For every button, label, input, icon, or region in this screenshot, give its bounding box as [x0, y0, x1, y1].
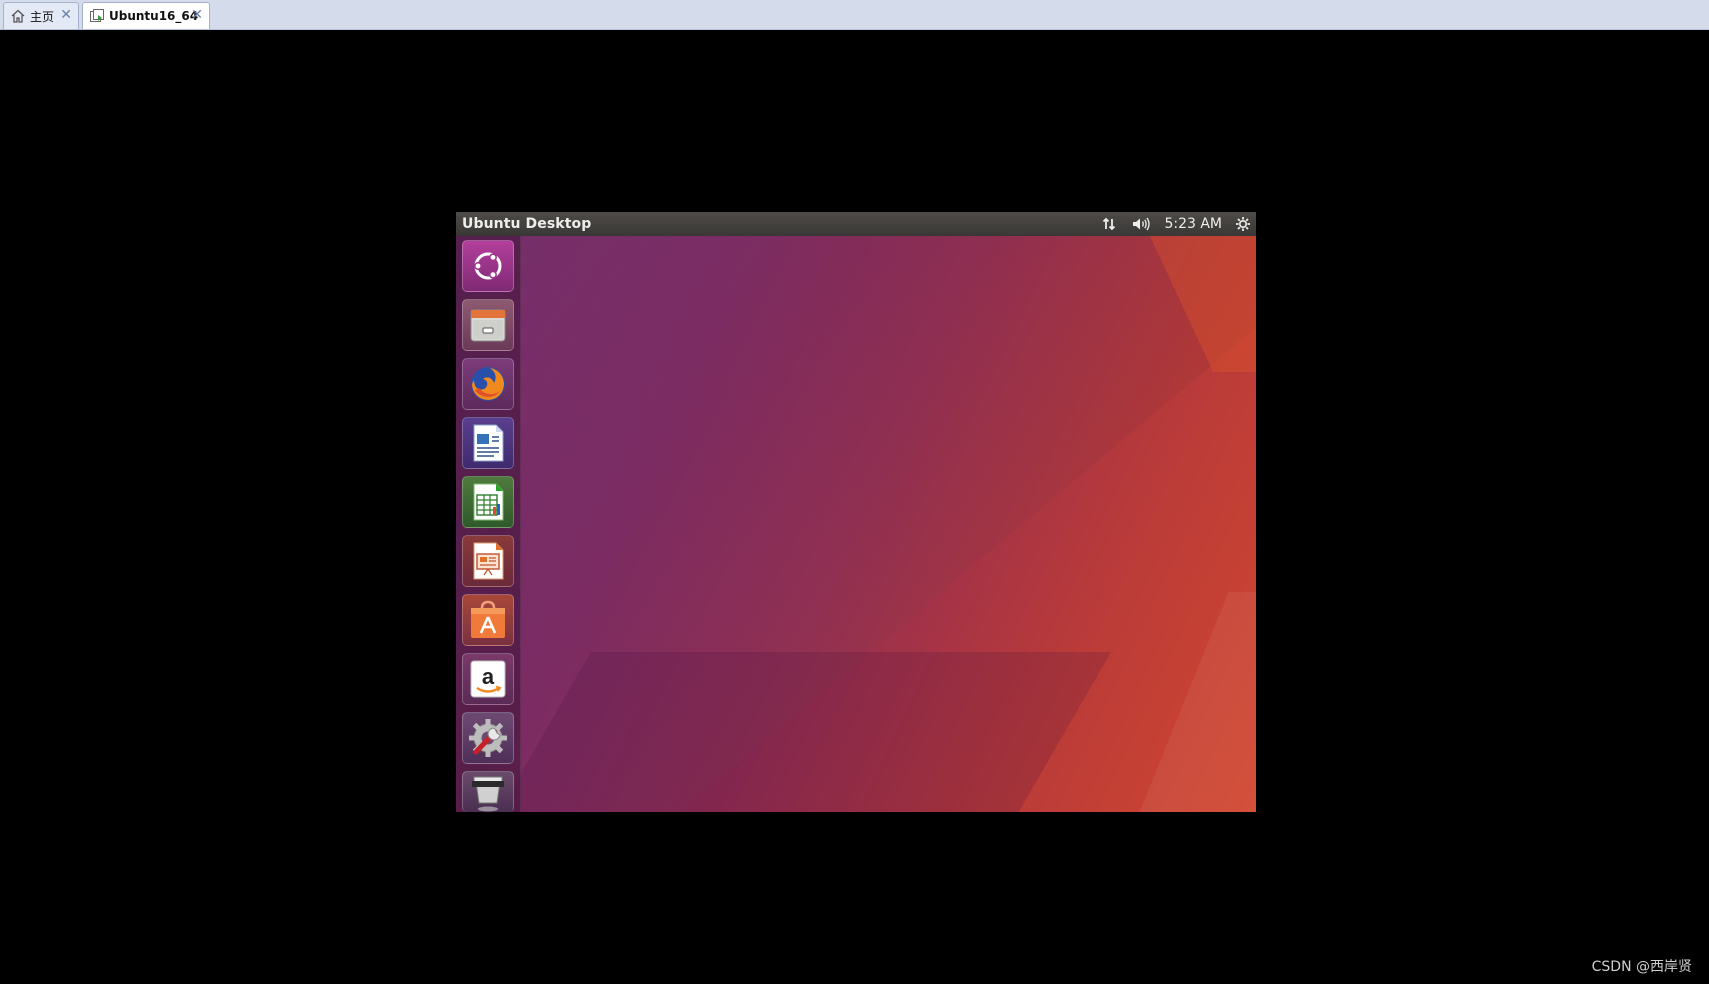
indicator-area: 5:23 AM: [1094, 212, 1256, 236]
firefox-icon[interactable]: [462, 358, 514, 410]
vm-icon: [89, 8, 105, 24]
ubuntu-dash-icon[interactable]: [462, 240, 514, 292]
libreoffice-impress-icon[interactable]: [462, 535, 514, 587]
libreoffice-calc-icon[interactable]: [462, 476, 514, 528]
top-panel: Ubuntu Desktop 5:23 AM: [456, 212, 1256, 236]
wallpaper-facet: [1123, 592, 1256, 812]
volume-icon[interactable]: [1124, 212, 1158, 236]
settings-gear-icon[interactable]: [1230, 212, 1256, 236]
ubuntu-desktop-screen[interactable]: Ubuntu Desktop 5:23 AM a: [456, 212, 1256, 812]
software-center-icon[interactable]: [462, 594, 514, 646]
close-icon[interactable]: ✕: [191, 8, 203, 22]
tab-ubuntu16-64[interactable]: Ubuntu16_64 ✕: [82, 2, 210, 29]
vmware-tab-bar: 主页 ✕ Ubuntu16_64 ✕: [0, 0, 1709, 30]
system-settings-icon[interactable]: [462, 712, 514, 764]
tab-label: 主页: [30, 9, 55, 24]
svg-text:a: a: [482, 664, 495, 689]
unity-launcher: a: [456, 236, 521, 812]
trash-icon[interactable]: [462, 771, 514, 812]
libreoffice-writer-icon[interactable]: [462, 417, 514, 469]
close-icon[interactable]: ✕: [60, 8, 72, 22]
watermark: CSDN @西岸贤: [1591, 959, 1692, 975]
tab-label: Ubuntu16_64: [109, 9, 199, 23]
desktop-title: Ubuntu Desktop: [462, 216, 592, 232]
files-icon[interactable]: [462, 299, 514, 351]
clock[interactable]: 5:23 AM: [1158, 212, 1230, 236]
tab-home[interactable]: 主页 ✕: [3, 2, 79, 29]
network-icon[interactable]: [1094, 212, 1124, 236]
amazon-icon[interactable]: a: [462, 653, 514, 705]
home-icon: [10, 8, 26, 24]
